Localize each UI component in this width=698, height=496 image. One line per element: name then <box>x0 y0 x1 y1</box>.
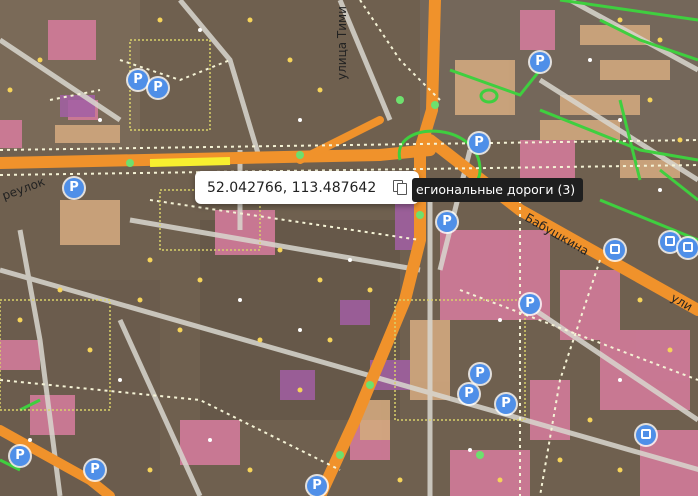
coordinates-text: 52.042766, 113.487642 <box>207 179 377 196</box>
parking-icon[interactable]: P <box>64 178 84 198</box>
bus-stop-icon[interactable] <box>605 240 625 260</box>
parking-icon[interactable]: P <box>307 476 327 496</box>
parking-icon[interactable]: P <box>520 294 540 314</box>
parking-icon[interactable]: P <box>470 364 490 384</box>
parking-icon[interactable]: P <box>437 212 457 232</box>
parking-icon[interactable]: P <box>496 394 516 414</box>
parking-icon[interactable]: P <box>148 78 168 98</box>
parking-icon[interactable]: P <box>469 133 489 153</box>
road-tooltip: егиональные дороги (3) <box>412 178 584 202</box>
coordinates-popup[interactable]: 52.042766, 113.487642 <box>195 171 419 204</box>
bus-stop-icon[interactable] <box>636 425 656 445</box>
satellite-map[interactable]: улица Тими реулок Бабушкина ули <box>0 0 698 496</box>
highlighted-road-segment <box>149 157 231 167</box>
bus-stop-icon[interactable] <box>660 232 680 252</box>
parking-icon[interactable]: P <box>128 70 148 90</box>
parking-icon[interactable]: P <box>459 384 479 404</box>
parking-icon[interactable]: P <box>85 460 105 480</box>
parking-icon[interactable]: P <box>530 52 550 72</box>
bus-stop-icon[interactable] <box>678 238 698 258</box>
street-label-top: улица Тими <box>335 6 349 80</box>
parking-icon[interactable]: P <box>10 446 30 466</box>
copy-icon[interactable] <box>393 180 407 195</box>
